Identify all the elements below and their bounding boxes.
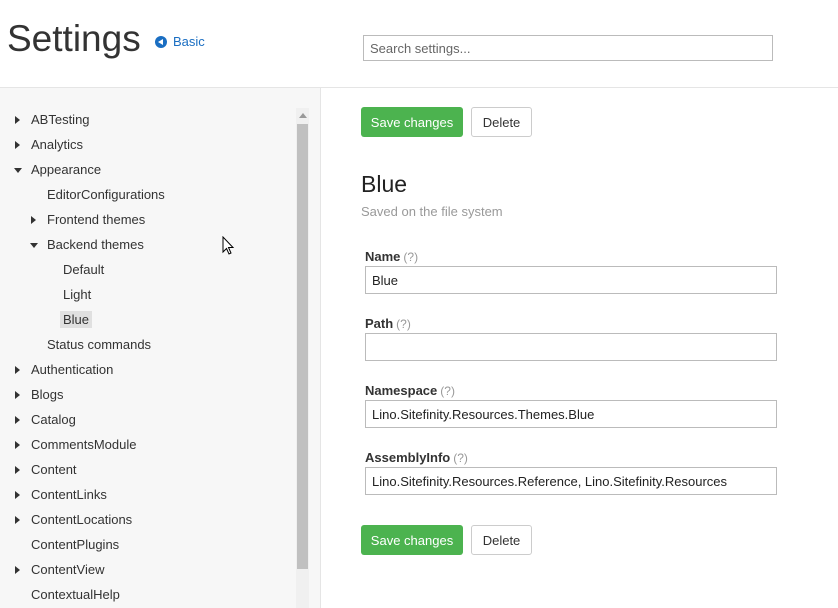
tree-item-label: Authentication: [31, 362, 114, 377]
tree-item-label: Catalog: [31, 412, 76, 427]
caret-right-icon[interactable]: [15, 141, 20, 149]
tree-item-label: Light: [63, 287, 92, 302]
scrollbar-thumb[interactable]: [297, 124, 308, 569]
assemblyinfo-field[interactable]: [365, 467, 777, 495]
caret-down-icon[interactable]: [30, 243, 38, 248]
delete-button-top[interactable]: Delete: [471, 107, 532, 137]
tree-item[interactable]: Blue: [60, 310, 93, 330]
path-field[interactable]: [365, 333, 777, 361]
tree-item[interactable]: ContentLocations: [15, 510, 133, 530]
mouse-cursor-icon: [222, 236, 235, 255]
save-button-top[interactable]: Save changes: [361, 107, 463, 137]
tree-item-label: ContentView: [31, 562, 105, 577]
tree-item[interactable]: Content: [15, 460, 77, 480]
tree-item[interactable]: Light: [63, 285, 91, 305]
save-button-bottom[interactable]: Save changes: [361, 525, 463, 555]
namespace-help-link[interactable]: (?): [440, 384, 455, 398]
delete-button-bottom[interactable]: Delete: [471, 525, 532, 555]
caret-right-icon[interactable]: [15, 566, 20, 574]
tree-item[interactable]: CommentsModule: [15, 435, 137, 455]
tree-item[interactable]: ABTesting: [15, 110, 90, 130]
caret-right-icon[interactable]: [15, 516, 20, 524]
path-label: Path (?): [365, 316, 411, 331]
tree-item[interactable]: Appearance: [14, 160, 102, 180]
assemblyinfo-label: AssemblyInfo (?): [365, 450, 468, 465]
search-input[interactable]: [363, 35, 773, 61]
tree-item-label: Status commands: [47, 337, 152, 352]
tree-item[interactable]: ContentLinks: [15, 485, 107, 505]
caret-right-icon[interactable]: [15, 416, 20, 424]
path-help-link[interactable]: (?): [396, 317, 411, 331]
tree-item-label: ContextualHelp: [31, 587, 120, 602]
caret-right-icon[interactable]: [31, 216, 36, 224]
caret-right-icon[interactable]: [15, 441, 20, 449]
scroll-up-icon[interactable]: [299, 113, 307, 118]
theme-subtitle: Saved on the file system: [361, 204, 503, 219]
caret-down-icon[interactable]: [14, 168, 22, 173]
tree-item[interactable]: Authentication: [15, 360, 114, 380]
name-help-link[interactable]: (?): [403, 250, 418, 264]
arrow-left-circle-icon: [155, 35, 167, 48]
tree-item-label: Appearance: [31, 162, 102, 177]
tree-item[interactable]: ContentPlugins: [31, 535, 119, 555]
name-label: Name (?): [365, 249, 419, 264]
tree-item[interactable]: ContextualHelp: [31, 585, 120, 605]
caret-right-icon[interactable]: [15, 491, 20, 499]
tree-item-label: CommentsModule: [31, 437, 137, 452]
tree-item[interactable]: Backend themes: [30, 235, 144, 255]
tree-item-label: ContentLocations: [31, 512, 133, 527]
caret-right-icon[interactable]: [15, 466, 20, 474]
tree-item-label: Backend themes: [47, 237, 144, 252]
namespace-label: Namespace (?): [365, 383, 455, 398]
tree-item-label: Analytics: [31, 137, 84, 152]
tree-item-label: ABTesting: [31, 112, 90, 127]
caret-right-icon[interactable]: [15, 366, 20, 374]
basic-link-label: Basic: [173, 34, 205, 49]
tree-item[interactable]: Catalog: [15, 410, 76, 430]
tree-item-label: Content: [31, 462, 77, 477]
tree-item-label: EditorConfigurations: [47, 187, 165, 202]
tree-item[interactable]: ContentView: [15, 560, 105, 580]
theme-title: Blue: [361, 171, 408, 197]
tree-item[interactable]: Frontend themes: [31, 210, 146, 230]
header: Settings Basic: [0, 0, 838, 88]
caret-right-icon[interactable]: [15, 116, 20, 124]
tree-item[interactable]: Blogs: [15, 385, 64, 405]
tree-item[interactable]: Analytics: [15, 135, 84, 155]
tree-item-label: Blogs: [31, 387, 64, 402]
namespace-field[interactable]: [365, 400, 777, 428]
tree-item-label: Frontend themes: [47, 212, 146, 227]
tree-item-label: ContentPlugins: [31, 537, 120, 552]
page-title: Settings: [7, 18, 141, 59]
caret-right-icon[interactable]: [15, 391, 20, 399]
tree-item[interactable]: Status commands: [47, 335, 151, 355]
tree-item-label: Default: [63, 262, 105, 277]
assemblyinfo-help-link[interactable]: (?): [453, 451, 468, 465]
name-field[interactable]: [365, 266, 777, 294]
sidebar: ABTesting Analytics Appearance EditorConfig…: [0, 88, 321, 608]
tree-item[interactable]: EditorConfigurations: [47, 185, 165, 205]
main-panel: Save changes Delete Blue Saved on the fi…: [322, 88, 838, 608]
tree-item-label: ContentLinks: [31, 487, 107, 502]
tree-item[interactable]: Default: [63, 260, 104, 280]
basic-link[interactable]: Basic: [155, 34, 205, 49]
tree-item-label: Blue: [60, 311, 93, 328]
